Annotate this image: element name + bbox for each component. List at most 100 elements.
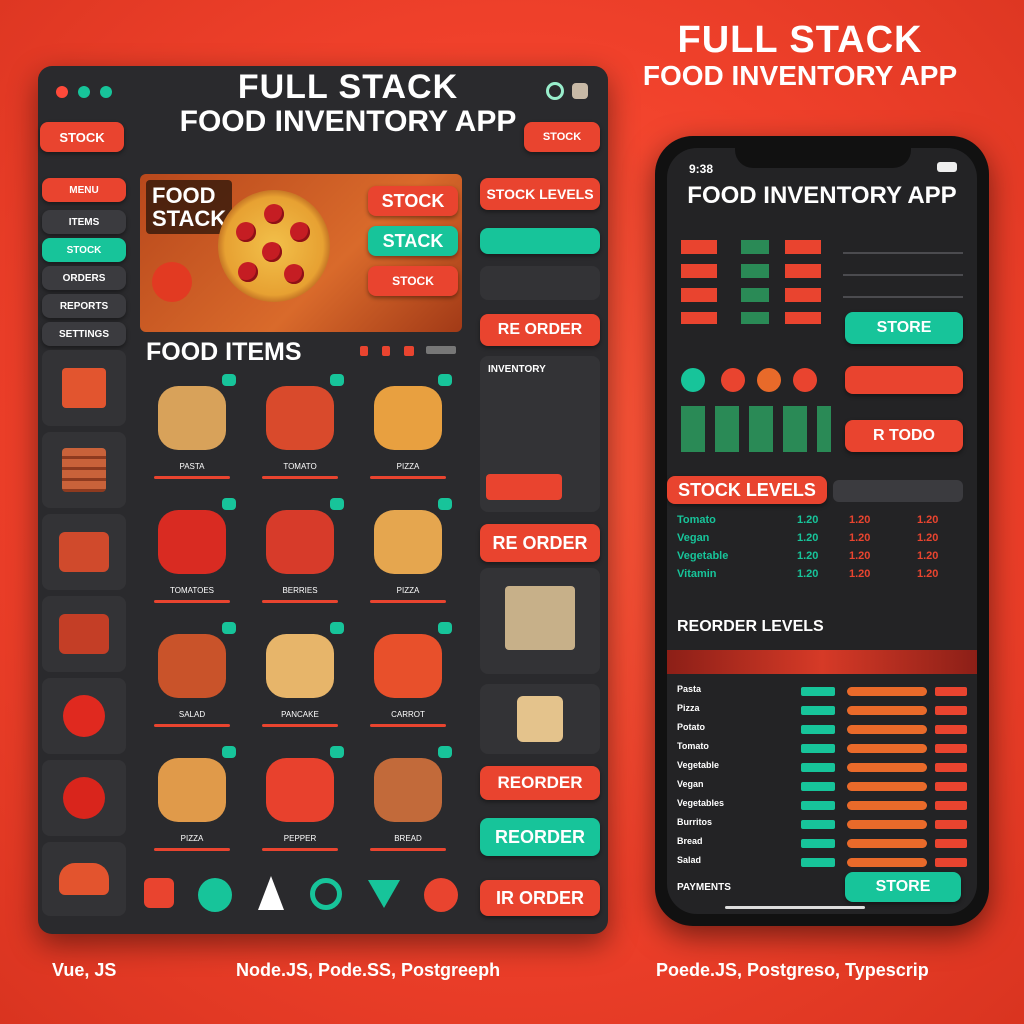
reorder-todo-button[interactable]: R TODO xyxy=(845,420,963,452)
food-card-label: BERRIES xyxy=(282,586,318,595)
card-badge[interactable] xyxy=(438,622,452,634)
layers-icon[interactable] xyxy=(572,83,588,99)
sort-icon[interactable] xyxy=(382,346,390,356)
food-card[interactable]: SALAD xyxy=(142,622,242,730)
hero-label: FOOD STACK xyxy=(146,180,233,235)
reorder-header-bar xyxy=(667,650,977,674)
card-badge[interactable] xyxy=(330,498,344,510)
card-badge[interactable] xyxy=(222,622,236,634)
stock-row[interactable]: Vegan 1.20 1.20 1.20 xyxy=(677,532,967,548)
sidebar-tile-van[interactable] xyxy=(42,514,126,590)
inventory-highlight-row[interactable] xyxy=(486,474,562,500)
toggle-icon[interactable] xyxy=(546,82,564,100)
reorder-row[interactable]: Pizza xyxy=(677,703,967,719)
sidebar-item-settings[interactable]: SETTINGS xyxy=(42,322,126,346)
stock-button-right[interactable]: STOCK xyxy=(524,122,600,152)
hero-stock-button-2[interactable]: STOCK xyxy=(368,266,458,296)
hero-stock-button[interactable]: STOCK xyxy=(368,186,458,216)
card-badge[interactable] xyxy=(222,498,236,510)
food-card[interactable]: TOMATOES xyxy=(142,498,242,606)
reorder-row[interactable]: Bread xyxy=(677,836,967,852)
minimize-dot[interactable] xyxy=(78,86,90,98)
store-button[interactable]: STORE xyxy=(845,312,963,344)
sidebar-item-stock[interactable]: STOCK xyxy=(42,238,126,262)
card-badge[interactable] xyxy=(222,374,236,386)
reorder-row[interactable]: Pasta xyxy=(677,684,967,700)
reorder-row[interactable]: Salad xyxy=(677,855,967,871)
settings-icon[interactable] xyxy=(198,878,232,912)
reorder-row[interactable]: Vegetable xyxy=(677,760,967,776)
food-card[interactable]: PEPPER xyxy=(250,746,350,854)
close-dot[interactable] xyxy=(56,86,68,98)
food-card[interactable]: CARROT xyxy=(358,622,458,730)
orange-badge-icon[interactable] xyxy=(757,368,781,392)
stock-row[interactable]: Vitamin 1.20 1.20 1.20 xyxy=(677,568,967,584)
filter-icon[interactable] xyxy=(360,346,368,356)
reorder-button-1[interactable]: RE ORDER xyxy=(480,314,600,346)
alert-icon[interactable] xyxy=(424,878,458,912)
card-badge[interactable] xyxy=(330,374,344,386)
sidebar-item-items[interactable]: ITEMS xyxy=(42,210,126,234)
box-icon[interactable] xyxy=(144,878,174,908)
stock-search-box[interactable] xyxy=(480,266,600,300)
food-card[interactable]: PIZZA xyxy=(358,374,458,482)
food-card-bar xyxy=(370,724,446,727)
food-card[interactable]: PIZZA xyxy=(142,746,242,854)
card-badge[interactable] xyxy=(438,746,452,758)
food-card[interactable]: PANCAKE xyxy=(250,622,350,730)
reorder-row[interactable]: Burritos xyxy=(677,817,967,833)
stock-button[interactable]: STOCK xyxy=(40,122,124,152)
bread-icon xyxy=(517,696,563,742)
filter-button[interactable] xyxy=(845,366,963,394)
reorder-button-5[interactable]: IR ORDER xyxy=(480,880,600,916)
food-card[interactable]: BERRIES xyxy=(250,498,350,606)
sidebar-item-reports[interactable]: REPORTS xyxy=(42,294,126,318)
sidebar-tile-truck[interactable] xyxy=(42,350,126,426)
food-card[interactable]: TOMATO xyxy=(250,374,350,482)
bread-tile xyxy=(480,684,600,754)
bottom-store-button[interactable]: STORE xyxy=(845,872,961,902)
reorder-button-3[interactable]: REORDER xyxy=(480,766,600,800)
refresh-icon[interactable] xyxy=(310,878,342,910)
sidebar-tile-apple[interactable] xyxy=(42,760,126,836)
sidebar-tile-tomato[interactable] xyxy=(42,678,126,754)
stock-row[interactable]: Tomato 1.20 1.20 1.20 xyxy=(677,514,967,530)
food-card[interactable]: PIZZA xyxy=(358,498,458,606)
maximize-dot[interactable] xyxy=(100,86,112,98)
hero-stack-button[interactable]: STACK xyxy=(368,226,458,256)
delivery-truck-icon xyxy=(59,614,109,654)
stock-levels-button[interactable]: STOCK LEVELS xyxy=(480,178,600,210)
view-toggle[interactable] xyxy=(426,346,456,354)
card-badge[interactable] xyxy=(438,374,452,386)
card-badge[interactable] xyxy=(222,746,236,758)
sidebar-item-orders[interactable]: ORDERS xyxy=(42,266,126,290)
card-badge[interactable] xyxy=(438,498,452,510)
reorder-row[interactable]: Vegan xyxy=(677,779,967,795)
food-card[interactable]: PASTA xyxy=(142,374,242,482)
sidebar-tile-delivery[interactable] xyxy=(42,596,126,672)
red-badge-icon[interactable] xyxy=(721,368,745,392)
card-badge[interactable] xyxy=(330,622,344,634)
card-badge[interactable] xyxy=(330,746,344,758)
food-card[interactable]: BREAD xyxy=(358,746,458,854)
reorder-amount-bar xyxy=(847,839,927,848)
sidebar-tile-car[interactable] xyxy=(42,842,126,916)
stock-filter-button[interactable] xyxy=(480,228,600,254)
teal-badge-icon[interactable] xyxy=(681,368,705,392)
van-icon xyxy=(59,532,109,572)
reorder-button-4[interactable]: REORDER xyxy=(480,818,600,856)
sidebar-tile-stack[interactable] xyxy=(42,432,126,508)
alert-badge-icon[interactable] xyxy=(793,368,817,392)
chevron-down-icon[interactable] xyxy=(368,880,400,908)
stock-row[interactable]: Vegetable 1.20 1.20 1.20 xyxy=(677,550,967,566)
drop-icon[interactable] xyxy=(258,876,284,910)
reorder-row[interactable]: Vegetables xyxy=(677,798,967,814)
reorder-button-2[interactable]: RE ORDER xyxy=(480,524,600,562)
sidebar-item-menu[interactable]: MENU xyxy=(42,178,126,202)
stock-levels-search[interactable] xyxy=(833,480,963,502)
reorder-item-name: Vegan xyxy=(677,779,704,789)
truck-icon xyxy=(62,368,106,408)
reorder-row[interactable]: Tomato xyxy=(677,741,967,757)
grid-icon[interactable] xyxy=(404,346,414,356)
reorder-row[interactable]: Potato xyxy=(677,722,967,738)
